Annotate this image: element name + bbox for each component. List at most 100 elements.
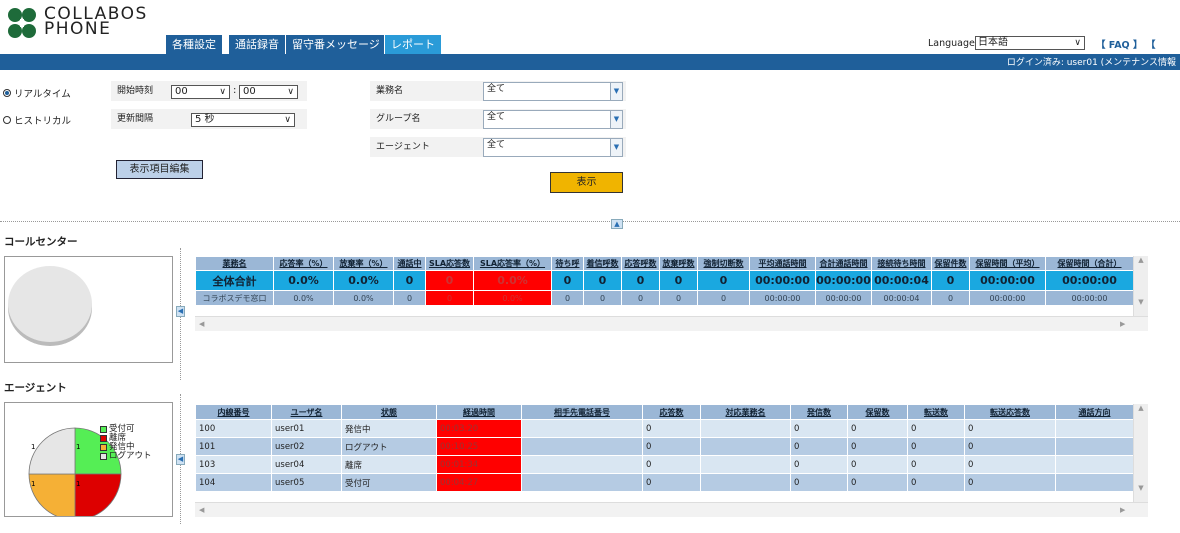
pie-slice-calling [28, 473, 76, 521]
dropdown-arrow-icon[interactable]: ▼ [610, 111, 622, 128]
callcenter-table-wrap: 業務名 応答率（%） 放棄率（%） 通話中 SLA応答数 SLA応答率（%） 待ち呼 着信呼数… [195, 256, 1133, 316]
table-cell: 00:00:00 [815, 290, 872, 306]
table-cell: 0 [907, 419, 965, 438]
column-header[interactable]: 経過時間 [436, 404, 522, 420]
callcenter-hscroll[interactable]: ◀ ▶ [195, 316, 1148, 331]
column-header[interactable]: SLA応答数 [425, 256, 474, 271]
start-minute-select[interactable]: 00 ∨ [239, 85, 298, 99]
table-cell [700, 455, 791, 474]
total-row: 全体合計 0.0% 0.0% 0 0 0.0% 0 0 0 0 0 00:00:00 00:00:00 0… [195, 270, 1133, 291]
table-cell: 0.0% [273, 290, 334, 306]
interval-select[interactable]: 5 秒 ∨ [191, 113, 295, 127]
agent-vscroll[interactable]: ▲ ▼ [1133, 404, 1148, 502]
radio-realtime-label: リアルタイム [14, 89, 71, 100]
scroll-up-icon[interactable]: ▲ [1134, 404, 1148, 412]
dropdown-arrow-icon[interactable]: ▼ [610, 83, 622, 100]
callcenter-table: 業務名 応答率（%） 放棄率（%） 通話中 SLA応答数 SLA応答率（%） 待ち呼 着信呼数… [195, 256, 1133, 306]
total-cell: 0 [621, 270, 660, 291]
column-header[interactable]: 通話中 [393, 256, 426, 271]
column-header[interactable]: ユーザ名 [271, 404, 342, 420]
column-header[interactable]: 平均通話時間 [749, 256, 816, 271]
faq-link[interactable]: 【 FAQ 】 [1096, 37, 1142, 51]
scroll-right-icon[interactable]: ▶ [1120, 320, 1125, 328]
column-header[interactable]: 対応業務名 [700, 404, 791, 420]
tab-settings[interactable]: 各種設定 [165, 34, 223, 54]
scroll-down-icon[interactable]: ▼ [1134, 298, 1148, 306]
agent-combo[interactable]: 全て ▼ [483, 138, 623, 157]
table-row[interactable]: 103 user04 離席 00:01:34 0 0 0 0 0 [195, 455, 1133, 474]
table-cell: 0 [907, 473, 965, 492]
tab-report[interactable]: レポート [384, 34, 442, 54]
scroll-right-icon[interactable]: ▶ [1120, 506, 1125, 514]
dropdown-arrow-icon[interactable]: ▼ [610, 139, 622, 156]
column-header[interactable]: 業務名 [195, 256, 274, 271]
column-header[interactable]: 保留件数 [931, 256, 970, 271]
table-cell: 101 [195, 437, 272, 456]
table-row[interactable]: コラボスデモ窓口 0.0% 0.0% 0 0 0.0% 0 0 0 0 0 00:00:00 00:00… [195, 290, 1133, 306]
column-header[interactable]: 保留時間（平均） [969, 256, 1046, 271]
table-cell [521, 455, 643, 474]
legend-item: ログアウト [100, 452, 152, 461]
table-cell [1055, 419, 1133, 438]
table-cell: 発信中 [341, 419, 437, 438]
table-cell: 00:00:00 [749, 290, 816, 306]
tab-call-recording[interactable]: 通話録音 [228, 34, 286, 54]
tab-voicemail[interactable]: 留守番メッセージ [285, 34, 387, 54]
pie-label-logout: 1 [31, 443, 35, 451]
column-header[interactable]: 応答率（%） [273, 256, 334, 271]
column-header[interactable]: 放棄率（%） [333, 256, 394, 271]
callcenter-vscroll[interactable]: ▲ ▼ [1133, 256, 1148, 316]
table-row[interactable]: 104 user05 受付可 00:04:27 0 0 0 0 0 [195, 473, 1133, 492]
column-header[interactable]: 着信呼数 [583, 256, 622, 271]
column-header[interactable]: 内線番号 [195, 404, 272, 420]
pie-slice-logout [28, 427, 76, 475]
scroll-down-icon[interactable]: ▼ [1134, 484, 1148, 492]
radio-realtime[interactable]: リアルタイム [3, 86, 71, 100]
total-cell: 0.0% [473, 270, 552, 291]
start-hour-select[interactable]: 00 ∨ [171, 85, 230, 99]
table-cell [1055, 437, 1133, 456]
column-header[interactable]: 待ち呼 [551, 256, 584, 271]
chevron-left-icon[interactable]: ◀ [176, 306, 185, 317]
legend-swatch [100, 453, 107, 460]
radio-historical[interactable]: ヒストリカル [3, 113, 71, 127]
table-cell: 0 [642, 455, 701, 474]
column-header[interactable]: SLA応答率（%） [473, 256, 552, 271]
table-cell [1055, 473, 1133, 492]
table-cell: 00:00:00 [969, 290, 1046, 306]
table-row[interactable]: 101 user02 ログアウト 00:10:25 0 0 0 0 0 [195, 437, 1133, 456]
chevron-left-icon[interactable]: ◀ [176, 454, 185, 465]
edit-display-items-button[interactable]: 表示項目編集 [116, 160, 203, 179]
table-cell: 0 [790, 437, 848, 456]
column-header[interactable]: 応答数 [642, 404, 701, 420]
column-header[interactable]: 保留数 [847, 404, 908, 420]
scroll-up-icon[interactable]: ▲ [1134, 256, 1148, 264]
column-header[interactable]: 保留時間（合計） [1045, 256, 1133, 271]
column-header[interactable]: 接続待ち時間 [871, 256, 932, 271]
column-header[interactable]: 転送数 [907, 404, 965, 420]
column-header[interactable]: 強制切断数 [697, 256, 750, 271]
agent-header-row: 内線番号 ユーザ名 状態 経過時間 相手先電話番号 応答数 対応業務名 発信数 保留数 転送数 転送… [195, 404, 1133, 420]
business-combo[interactable]: 全て ▼ [483, 82, 623, 101]
table-cell [700, 473, 791, 492]
column-header[interactable]: 相手先電話番号 [521, 404, 643, 420]
scroll-left-icon[interactable]: ◀ [199, 506, 204, 514]
group-combo[interactable]: 全て ▼ [483, 110, 623, 129]
collapse-up-icon[interactable]: ▲ [611, 219, 623, 229]
agent-hscroll[interactable]: ◀ ▶ [195, 502, 1148, 517]
language-select[interactable]: 日本語 ∨ [975, 36, 1085, 50]
radio-selected-icon [3, 89, 11, 97]
legend-swatch [100, 426, 107, 433]
scroll-left-icon[interactable]: ◀ [199, 320, 204, 328]
table-cell: 0 [790, 419, 848, 438]
table-cell: 0 [964, 437, 1056, 456]
table-row[interactable]: 100 user01 発信中 00:03:20 0 0 0 0 0 [195, 419, 1133, 438]
column-header[interactable]: 発信数 [790, 404, 848, 420]
column-header[interactable]: 放棄呼数 [659, 256, 698, 271]
show-button[interactable]: 表示 [550, 172, 623, 193]
column-header[interactable]: 合計通話時間 [815, 256, 872, 271]
column-header[interactable]: 通話方向 [1055, 404, 1133, 420]
column-header[interactable]: 転送応答数 [964, 404, 1056, 420]
column-header[interactable]: 状態 [341, 404, 437, 420]
column-header[interactable]: 応答呼数 [621, 256, 660, 271]
